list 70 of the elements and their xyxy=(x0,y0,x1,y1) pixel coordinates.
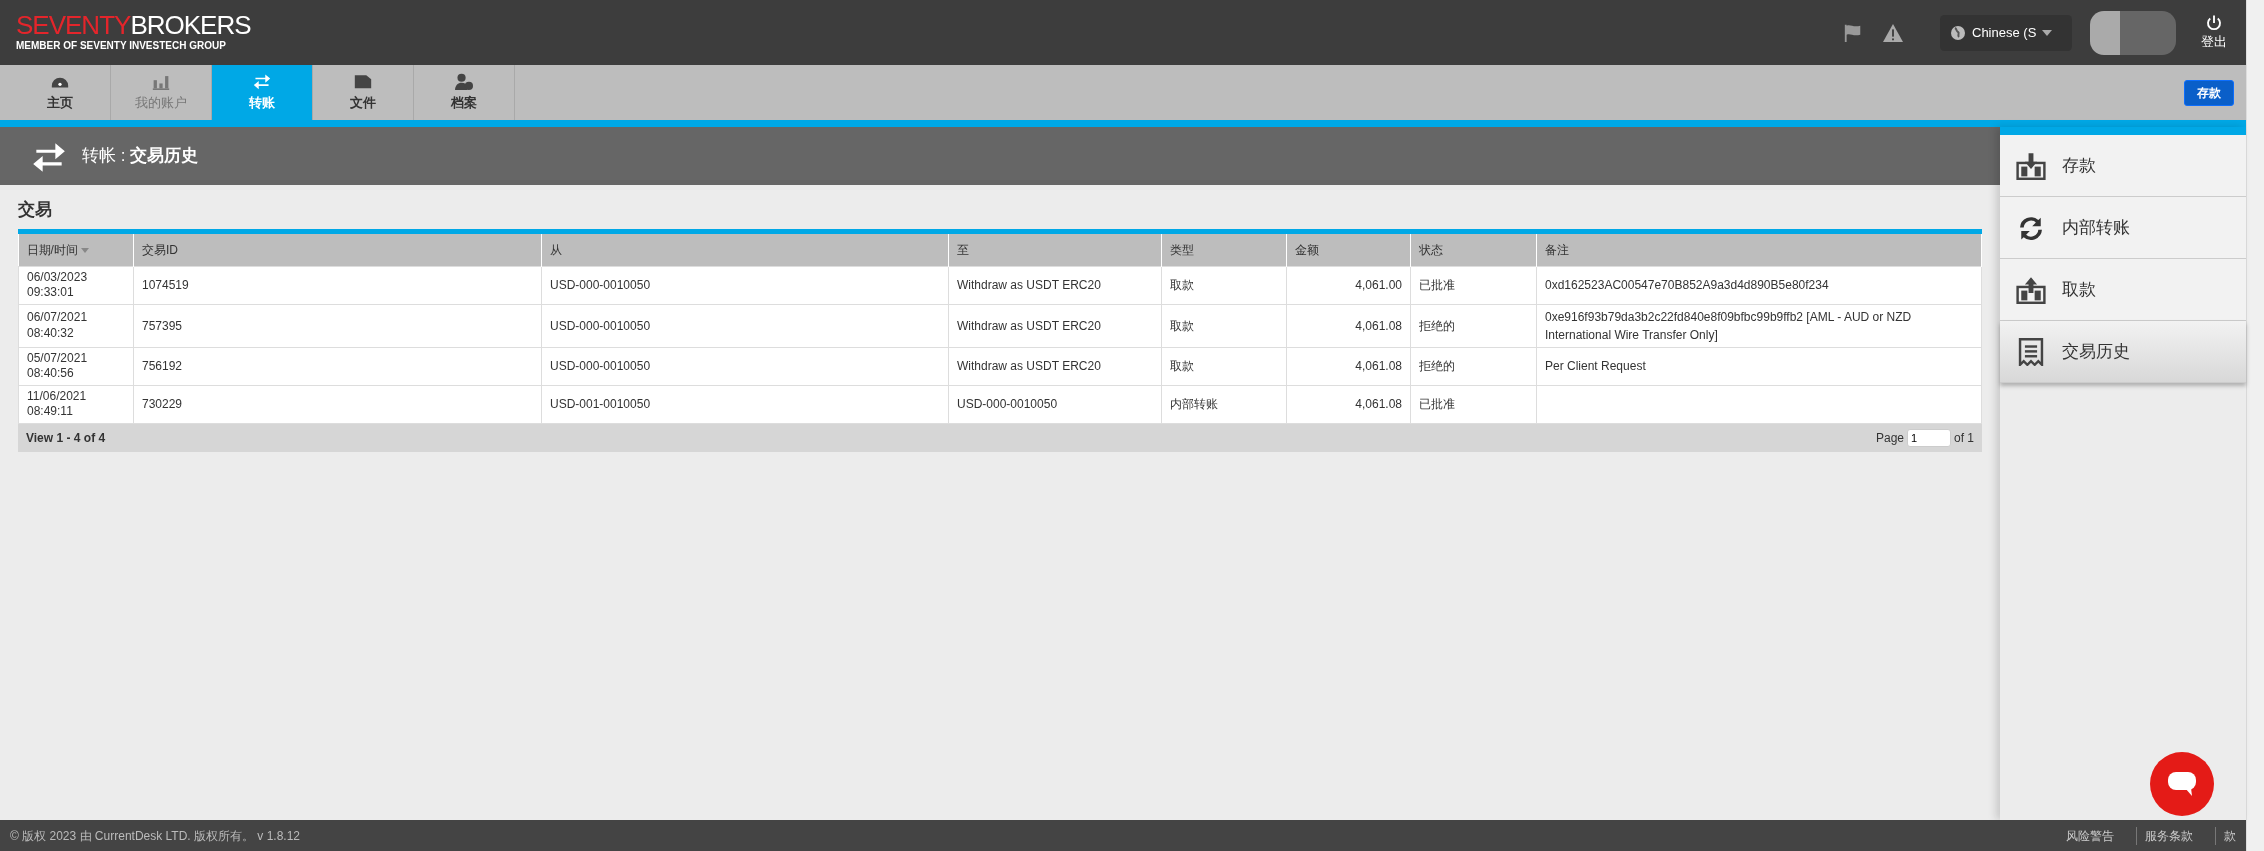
language-dropdown[interactable]: Chinese (S xyxy=(1940,14,2072,51)
receipt-icon xyxy=(2016,337,2046,366)
table-cell: Per Client Request xyxy=(1545,359,1646,374)
footer-link[interactable]: 风险警告 xyxy=(2066,826,2114,845)
table-cell: 4,061.08 xyxy=(1355,397,1402,412)
table-cell: USD-000-0010050 xyxy=(550,278,651,293)
table-cell: Withdraw as USDT ERC20 xyxy=(957,278,1101,293)
table-cell: USD-001-0010050 xyxy=(550,397,651,412)
transfer-icon xyxy=(252,72,272,91)
column-header: 类型 xyxy=(1170,242,1194,257)
sidebar-item[interactable]: 取款 xyxy=(2000,259,2246,321)
table-cell: USD-000-0010050 xyxy=(550,359,651,374)
table-cell: 已批准 xyxy=(1419,397,1455,412)
logo-text: BROKERS xyxy=(130,12,251,38)
table-cell-text: 11/06/2021 08:49:11 xyxy=(27,388,88,421)
column-header: 交易ID xyxy=(142,242,178,257)
folder-icon xyxy=(353,72,373,91)
table-cell: 内部转账 xyxy=(1170,397,1218,412)
warning-icon[interactable] xyxy=(1882,22,1904,43)
download-icon xyxy=(2016,151,2046,180)
record-count: View 1 - 4 of 4 xyxy=(26,430,106,448)
page-field[interactable]: 1 xyxy=(1907,429,1951,448)
column-header: 金额 xyxy=(1295,242,1319,257)
page-label: Page xyxy=(1875,430,1904,448)
footer-link[interactable]: 服务条款 xyxy=(2136,826,2193,845)
power-icon xyxy=(2205,13,2223,32)
column-header: 从 xyxy=(550,242,562,257)
table-cell: 取款 xyxy=(1170,318,1194,333)
table-cell: 4,061.08 xyxy=(1355,359,1402,374)
profile-icon xyxy=(454,72,474,91)
sidebar-item[interactable]: 交易历史 xyxy=(2000,321,2246,383)
table-cell: 4,061.08 xyxy=(1355,318,1402,333)
section-title: 交易 xyxy=(18,199,53,221)
caret-icon xyxy=(2042,29,2053,36)
table-cell: 0xe916f93b79da3b2c22fd840e8f09bfbc99b9ffb2 [AML - AUD or NZD International Wire Transfer Only] xyxy=(1545,309,1912,342)
column-header: 至 xyxy=(957,242,969,257)
table-cell: 730229 xyxy=(142,397,183,412)
footer-link[interactable]: 款 xyxy=(2215,826,2236,845)
table-cell: 拒绝的 xyxy=(1419,318,1455,333)
sidebar-item[interactable]: 存款 xyxy=(2000,135,2246,197)
table-cell: 757395 xyxy=(142,318,183,333)
table-cell: USD-000-0010050 xyxy=(957,397,1058,412)
logout-button[interactable]: 登出 xyxy=(2194,13,2234,52)
deposit-button[interactable]: 存款 xyxy=(2184,79,2234,106)
table-cell: 取款 xyxy=(1170,359,1194,374)
page-total: of 1 xyxy=(1954,430,1974,448)
sidebar-item[interactable]: 内部转账 xyxy=(2000,197,2246,259)
logo-text: SEVENTY xyxy=(16,12,131,38)
upload-icon xyxy=(2016,275,2046,304)
table-cell: 已批准 xyxy=(1419,278,1455,293)
table-cell: 756192 xyxy=(142,359,183,374)
table-cell: USD-000-0010050 xyxy=(550,318,651,333)
table-cell: 取款 xyxy=(1170,278,1194,293)
scrollbar[interactable] xyxy=(2246,0,2264,851)
table-cell: Withdraw as USDT ERC20 xyxy=(957,359,1101,374)
table-cell-text: 05/07/2021 08:40:56 xyxy=(27,350,89,382)
table-cell-text: 06/07/2021 08:40:32 xyxy=(27,310,89,342)
table-cell: 4,061.00 xyxy=(1355,278,1402,293)
table-cell: 0xd162523AC00547e70B852A9a3d4d890B5e80f234 xyxy=(1545,278,1829,293)
column-header: 状态 xyxy=(1419,242,1443,257)
column-header: 备注 xyxy=(1545,242,1569,257)
table-cell: Withdraw as USDT ERC20 xyxy=(957,318,1101,333)
globe-icon xyxy=(1950,24,1966,41)
table-cell-text: 06/03/2023 09:33:01 xyxy=(27,269,89,301)
logo-tagline: MEMBER OF SEVENTY INVESTECH GROUP xyxy=(16,39,227,53)
copyright-text: © 版权 2023 由 CurrentDesk LTD. 版权所有。 v 1.8.12 xyxy=(10,827,301,845)
chat-icon xyxy=(2167,770,2197,798)
table-cell: 拒绝的 xyxy=(1419,359,1455,374)
page-title: 转帐 : 交易历史 xyxy=(82,145,199,168)
table-cell: 1074519 xyxy=(142,278,189,293)
